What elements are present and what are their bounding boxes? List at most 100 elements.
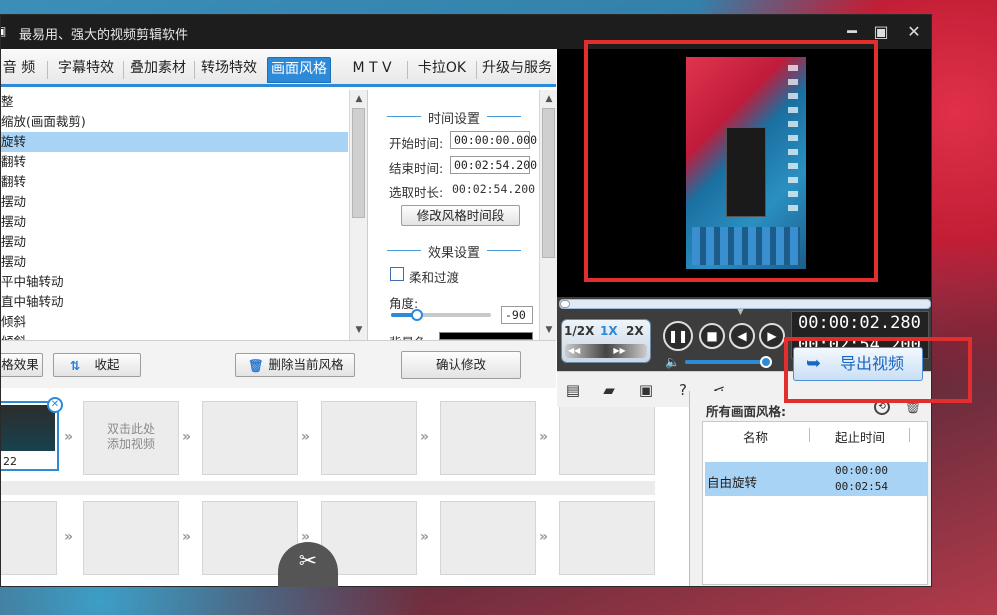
close-button[interactable]: ✕ <box>903 21 925 43</box>
chevron-right-icon: » <box>182 429 192 445</box>
angle-slider-knob[interactable] <box>411 309 423 321</box>
chevron-right-icon: » <box>420 429 430 445</box>
open-folder-icon[interactable]: ▰ <box>599 380 619 400</box>
trash-icon: 🗑 <box>248 358 264 373</box>
speed-double[interactable]: 2X <box>626 324 644 338</box>
duration-value: 00:02:54.200 <box>452 182 536 196</box>
timeline-scroll-strip[interactable] <box>1 481 655 495</box>
empty-clip-slot[interactable] <box>440 401 536 475</box>
list-item-selected[interactable]: 旋转 <box>1 132 348 152</box>
timeline-area: 22 ✕ » 双击此处 添加视频 » » » » » » » » » <box>1 391 687 586</box>
empty-clip-slot[interactable] <box>440 501 536 575</box>
clip-thumbnail <box>1 405 55 451</box>
styles-table: 名称 起止时间 自由旋转 00:00:00 00:02:54 <box>702 421 928 585</box>
remove-clip-icon[interactable]: ✕ <box>47 397 63 413</box>
style-start-time: 00:00:00 <box>835 464 888 477</box>
tab-divider <box>47 61 48 79</box>
list-item[interactable]: 摆动 <box>1 212 348 232</box>
tab-overlay-material[interactable]: 叠加素材 <box>125 57 191 83</box>
seek-bar[interactable] <box>559 299 931 309</box>
speed-normal[interactable]: 1X <box>600 324 618 338</box>
list-item[interactable]: 平中轴转动 <box>1 272 348 292</box>
window-title: 最易用、强大的视频剪辑软件 <box>19 28 189 43</box>
list-item[interactable]: 翻转 <box>1 172 348 192</box>
styles-panel-title: 所有画面风格: <box>706 404 786 419</box>
delete-style-button[interactable]: 🗑 删除当前风格 <box>235 353 355 377</box>
tab-subtitle-effects[interactable]: 字幕特效 <box>53 57 119 83</box>
tab-audio[interactable]: 音 频 <box>1 57 41 83</box>
jog-wheel[interactable]: ◀◀ ▶▶ <box>565 344 647 358</box>
style-name: 自由旋转 <box>707 475 758 490</box>
background-color-swatch[interactable] <box>439 332 533 340</box>
scroll-up-icon[interactable]: ▲ <box>543 93 555 105</box>
start-time-label: 开始时间: <box>389 136 444 151</box>
empty-clip-slot[interactable] <box>559 401 655 475</box>
column-header-time: 起止时间 <box>835 430 886 445</box>
column-header-name: 名称 <box>743 430 769 445</box>
volume-icon[interactable]: 🔈 <box>665 355 680 369</box>
empty-clip-slot[interactable] <box>202 401 298 475</box>
empty-clip-slot[interactable] <box>321 401 417 475</box>
scroll-up-icon[interactable]: ▲ <box>353 93 365 105</box>
tab-picture-style[interactable]: 画面风格 <box>267 57 331 83</box>
start-time-field[interactable]: 00:00:00.000 <box>450 131 537 149</box>
list-item[interactable]: 倾斜 <box>1 312 348 332</box>
scroll-down-icon[interactable]: ▼ <box>543 324 555 336</box>
list-item[interactable]: 整 <box>1 92 348 112</box>
tab-karaoke[interactable]: 卡拉OK <box>411 57 473 83</box>
list-item[interactable]: 翻转 <box>1 152 348 172</box>
scroll-thumb[interactable] <box>542 108 555 258</box>
empty-clip-slot[interactable] <box>559 501 655 575</box>
empty-clip-slot[interactable]: 双击此处 添加视频 <box>83 401 179 475</box>
list-item[interactable]: 摆动 <box>1 192 348 212</box>
tab-upgrade-service[interactable]: 升级与服务 <box>479 57 555 83</box>
collapse-button[interactable]: ⇅ 收起 <box>53 353 141 377</box>
tab-divider <box>123 61 124 79</box>
empty-clip-slot[interactable] <box>1 501 57 575</box>
new-project-icon[interactable]: ▤ <box>563 380 583 400</box>
modify-time-button[interactable]: 修改风格时间段 <box>401 205 520 226</box>
angle-field[interactable]: -90 <box>501 306 533 324</box>
list-item[interactable]: 缩放(画面裁剪) <box>1 112 348 132</box>
previous-frame-button[interactable]: ◀ <box>729 323 755 349</box>
pause-button[interactable]: ❚❚ <box>663 321 693 351</box>
confirm-modify-button[interactable]: 确认修改 <box>401 351 521 379</box>
tab-transition-effects[interactable]: 转场特效 <box>197 57 261 83</box>
time-settings-title: 时间设置 <box>369 108 539 127</box>
list-scrollbar[interactable]: ▲ ▼ <box>349 90 367 340</box>
chevron-right-icon: » <box>539 529 549 545</box>
chevron-right-icon: » <box>64 429 74 445</box>
style-actions-bar: 格效果 ⇅ 收起 🗑 删除当前风格 确认修改 <box>1 340 556 388</box>
list-item[interactable]: 摆动 <box>1 252 348 272</box>
list-item[interactable]: 摆动 <box>1 232 348 252</box>
save-icon[interactable]: ▣ <box>636 380 656 400</box>
smooth-transition-checkbox[interactable] <box>390 267 404 281</box>
table-row[interactable]: 自由旋转 00:00:00 00:02:54 <box>705 462 927 496</box>
next-frame-button[interactable]: ▶ <box>759 323 785 349</box>
app-logo-icon: ▣ <box>1 24 9 38</box>
settings-scrollbar[interactable]: ▲ ▼ <box>539 90 557 340</box>
highlight-box-preview <box>584 40 878 282</box>
empty-clip-slot[interactable] <box>83 501 179 575</box>
list-item[interactable]: 倾斜 <box>1 332 348 340</box>
add-style-button[interactable]: 格效果 <box>1 353 43 377</box>
chevron-down-icon[interactable]: ▼ <box>737 307 744 317</box>
effect-list: 整 缩放(画面裁剪) 旋转 翻转 翻转 摆动 摆动 摆动 摆动 平中轴转动 直中… <box>1 90 368 340</box>
list-item[interactable]: 直中轴转动 <box>1 292 348 312</box>
column-divider <box>809 428 810 442</box>
chevron-right-icon: » <box>64 529 74 545</box>
add-video-hint: 双击此处 添加视频 <box>106 422 155 451</box>
scroll-down-icon[interactable]: ▼ <box>353 324 365 336</box>
stop-button[interactable]: ■ <box>699 323 725 349</box>
volume-knob[interactable] <box>760 356 772 368</box>
scroll-thumb[interactable] <box>352 108 365 218</box>
tab-mtv[interactable]: M T V <box>341 57 403 83</box>
seek-knob[interactable] <box>560 300 570 308</box>
end-time-label: 结束时间: <box>389 161 444 176</box>
speed-selector: 1/2X 1X 2X ◀◀ ▶▶ <box>561 319 651 363</box>
background-color-label: 背景色: <box>389 332 431 340</box>
delete-style-label: 删除当前风格 <box>268 357 344 372</box>
speed-half[interactable]: 1/2X <box>564 324 594 338</box>
current-time: 00:00:02.280 <box>798 313 921 333</box>
end-time-field[interactable]: 00:02:54.200 <box>450 156 537 174</box>
